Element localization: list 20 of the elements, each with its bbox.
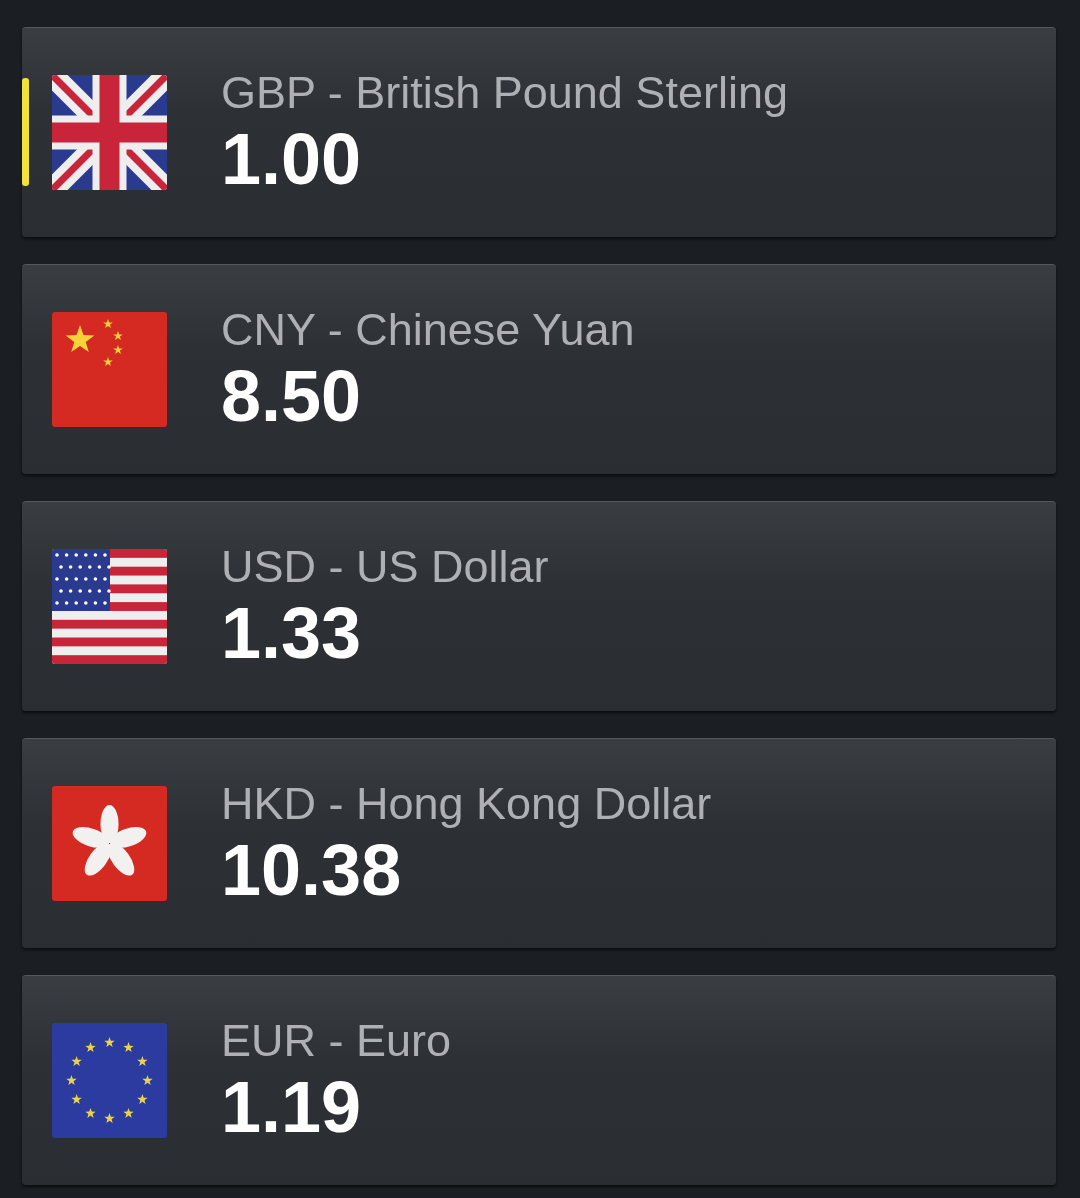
hong-kong-flag-icon xyxy=(52,786,167,901)
currency-name: GBP - British Pound Sterling xyxy=(221,66,788,119)
currency-name: CNY - Chinese Yuan xyxy=(221,303,635,356)
us-flag-icon xyxy=(52,549,167,664)
currency-name: EUR - Euro xyxy=(221,1014,452,1067)
currency-card[interactable]: CNY - Chinese Yuan 8.50 xyxy=(22,264,1056,474)
china-flag-icon xyxy=(52,312,167,427)
union-jack-flag-icon xyxy=(52,75,167,190)
currency-amount: 1.00 xyxy=(221,118,363,199)
currency-amount: 8.50 xyxy=(221,355,363,436)
currency-amount: 10.38 xyxy=(221,829,403,910)
currency-name: HKD - Hong Kong Dollar xyxy=(221,777,712,830)
currency-card[interactable]: USD - US Dollar 1.33 xyxy=(22,501,1056,711)
eu-flag-icon xyxy=(52,1023,167,1138)
currency-amount: 1.33 xyxy=(221,592,363,673)
currency-amount: 1.19 xyxy=(221,1066,363,1147)
currency-card[interactable]: EUR - Euro 1.19 xyxy=(22,975,1056,1185)
currency-card[interactable]: GBP - British Pound Sterling 1.00 xyxy=(22,27,1056,237)
currency-card[interactable]: HKD - Hong Kong Dollar 10.38 xyxy=(22,738,1056,948)
currency-name: USD - US Dollar xyxy=(221,540,549,593)
